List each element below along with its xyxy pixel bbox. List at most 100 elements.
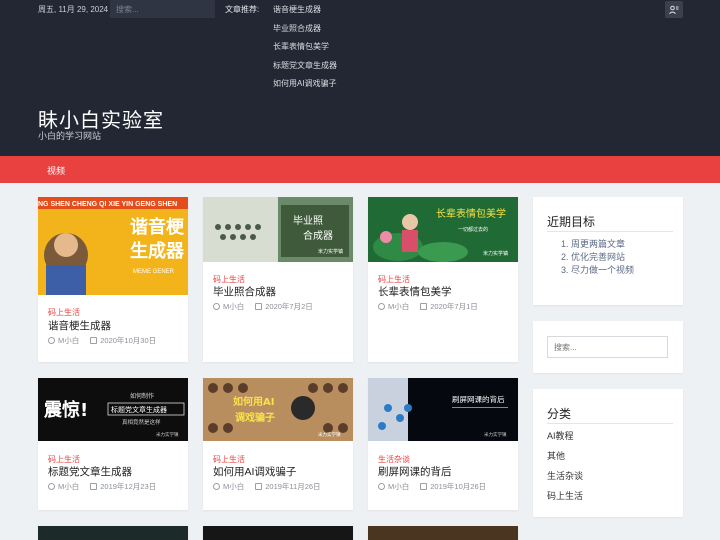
- calendar-icon: [255, 483, 263, 490]
- svg-text:标题党文章生成器: 标题党文章生成器: [111, 405, 167, 414]
- post-card[interactable]: 刷屏网课的背后 米力实学镇 生活杂谈 刷屏网课的背后 M小白 2019年10月2…: [368, 378, 518, 510]
- recommend-label: 文章推荐:: [225, 5, 260, 14]
- post-thumbnail[interactable]: 刷屏网课的背后 米力实学镇: [368, 378, 518, 441]
- post-meta: M小白 2019年10月26日: [378, 481, 486, 492]
- categories-widget: 分类 AI教程 其他 生活杂谈 码上生活: [533, 389, 683, 517]
- post-thumbnail[interactable]: NG SHEN CHENG QI XIE YIN GENG SHEN 谐音梗 生…: [38, 197, 188, 295]
- meme-generator-thumbnail: NG SHEN CHENG QI XIE YIN GENG SHEN 谐音梗 生…: [38, 197, 188, 295]
- post-card[interactable]: [368, 526, 518, 540]
- recommend-item[interactable]: 标题党文章生成器: [273, 60, 337, 79]
- search-widget: [533, 321, 683, 373]
- post-card[interactable]: [38, 526, 188, 540]
- site-header: 眛小白实验室 小白的学习网站: [0, 90, 720, 156]
- svg-text:长辈表情包美学: 长辈表情包美学: [436, 207, 506, 220]
- post-card[interactable]: 长辈表情包美学 一切都过去的 米力实学镇 码上生活 长辈表情包美学 M小白 20…: [368, 197, 518, 362]
- post-thumbnail[interactable]: 毕业照 合成器 米力实学镇: [203, 197, 353, 262]
- svg-text:一切都过去的: 一切都过去的: [458, 226, 488, 233]
- date-text: 周五, 11月 29, 2024: [38, 5, 109, 14]
- post-author[interactable]: M小白: [58, 335, 79, 346]
- post-card[interactable]: 毕业照 合成器 米力实学镇 码上生活 毕业照合成器 M小白 2020年7月2日: [203, 197, 353, 362]
- calendar-icon: [90, 483, 98, 490]
- post-meta: M小白 2020年7月1日: [378, 301, 478, 312]
- category-link[interactable]: 码上生活: [547, 489, 583, 502]
- online-class-thumbnail: 刷屏网课的背后 米力实学镇: [368, 378, 518, 441]
- calendar-icon: [255, 303, 263, 310]
- svg-text:生成器: 生成器: [130, 240, 185, 262]
- svg-text:NG SHEN CHENG QI XIE YIN GENG: NG SHEN CHENG QI XIE YIN GENG SHEN: [38, 201, 177, 208]
- top-bar: 周五, 11月 29, 2024 文章推荐: 谐音梗生成器 毕业照合成器 长辈表…: [0, 0, 720, 90]
- svg-text:合成器: 合成器: [303, 229, 333, 242]
- widget-title: 分类: [547, 407, 572, 421]
- calendar-icon: [420, 303, 428, 310]
- svg-text:调戏骗子: 调戏骗子: [235, 411, 275, 424]
- post-thumbnail[interactable]: [203, 526, 353, 540]
- ai-scammer-thumbnail: 如何用AI 调戏骗子 米力实学镇: [203, 378, 353, 441]
- category-link[interactable]: AI教程: [547, 429, 574, 442]
- svg-text:谐音梗: 谐音梗: [130, 216, 185, 238]
- svg-text:米力实学镇: 米力实学镇: [483, 250, 508, 257]
- svg-text:真相竟然是这样: 真相竟然是这样: [122, 418, 161, 426]
- post-thumbnail[interactable]: 震惊! 如何制作 标题党文章生成器 真相竟然是这样 米力实学镇: [38, 378, 188, 441]
- post-title[interactable]: 毕业照合成器: [213, 284, 276, 299]
- calendar-icon: [90, 337, 98, 344]
- post-meta: M小白 2020年10月30日: [48, 335, 156, 346]
- post-author[interactable]: M小白: [388, 481, 409, 492]
- post-thumbnail[interactable]: [38, 526, 188, 540]
- author-icon: [378, 303, 385, 310]
- post-category[interactable]: 码上生活: [48, 307, 80, 318]
- post-card[interactable]: 如何用AI 调戏骗子 米力实学镇 码上生活 如何用AI调戏骗子 M小白 2019…: [203, 378, 353, 510]
- nav-item-video[interactable]: 视频: [47, 164, 65, 177]
- post-meta: M小白 2020年7月2日: [213, 301, 313, 312]
- main-nav: 视频: [0, 156, 720, 183]
- widget-divider: [547, 231, 673, 232]
- post-date: 2019年11月26日: [265, 482, 321, 491]
- graduation-photo-thumbnail: 毕业照 合成器 米力实学镇: [203, 197, 353, 262]
- svg-text:米力实学镇: 米力实学镇: [156, 431, 179, 438]
- post-card[interactable]: NG SHEN CHENG QI XIE YIN GENG SHEN 谐音梗 生…: [38, 197, 188, 362]
- user-switch-button[interactable]: [665, 1, 683, 18]
- post-author[interactable]: M小白: [223, 301, 244, 312]
- top-search-input[interactable]: [110, 0, 215, 18]
- goal-item: 1. 周更两篇文章: [561, 239, 626, 249]
- widget-divider: [547, 423, 673, 424]
- site-description: 小白的学习网站: [38, 131, 102, 141]
- post-date: 2020年7月2日: [265, 302, 313, 311]
- svg-text:震惊!: 震惊!: [44, 399, 88, 421]
- post-card[interactable]: 震惊! 如何制作 标题党文章生成器 真相竟然是这样 米力实学镇 码上生活 标题党…: [38, 378, 188, 510]
- post-author[interactable]: M小白: [223, 481, 244, 492]
- post-author[interactable]: M小白: [388, 301, 409, 312]
- svg-text:如何用AI: 如何用AI: [233, 395, 274, 408]
- svg-text:毕业照: 毕业照: [293, 214, 323, 227]
- svg-text:米力实学镇: 米力实学镇: [318, 248, 343, 255]
- calendar-icon: [420, 483, 428, 490]
- post-title[interactable]: 如何用AI调戏骗子: [213, 464, 296, 479]
- post-title[interactable]: 标题党文章生成器: [48, 464, 132, 479]
- post-title[interactable]: 刷屏网课的背后: [378, 464, 452, 479]
- post-thumbnail[interactable]: 如何用AI 调戏骗子 米力实学镇: [203, 378, 353, 441]
- widget-title: 近期目标: [547, 215, 596, 229]
- author-icon: [213, 303, 220, 310]
- category-link[interactable]: 生活杂谈: [547, 469, 583, 482]
- author-icon: [378, 483, 385, 490]
- recommend-item[interactable]: 谐音梗生成器: [273, 4, 337, 23]
- post-title[interactable]: 长辈表情包美学: [378, 284, 452, 299]
- author-icon: [48, 483, 55, 490]
- post-date: 2020年10月30日: [100, 336, 157, 345]
- post-card[interactable]: [203, 526, 353, 540]
- svg-text:米力实学镇: 米力实学镇: [484, 431, 507, 438]
- category-link[interactable]: 其他: [547, 449, 565, 462]
- post-thumbnail[interactable]: [368, 526, 518, 540]
- sidebar-search-input[interactable]: [547, 336, 668, 358]
- clickbait-generator-thumbnail: 震惊! 如何制作 标题党文章生成器 真相竟然是这样 米力实学镇: [38, 378, 188, 441]
- recommend-item[interactable]: 长辈表情包美学: [273, 41, 337, 60]
- recommend-list: 谐音梗生成器 毕业照合成器 长辈表情包美学 标题党文章生成器 如何用AI调戏骗子: [273, 4, 337, 97]
- post-title[interactable]: 谐音梗生成器: [48, 318, 111, 333]
- author-icon: [213, 483, 220, 490]
- post-meta: M小白 2019年12月23日: [48, 481, 156, 492]
- post-author[interactable]: M小白: [58, 481, 79, 492]
- user-switch-icon: [669, 5, 679, 14]
- post-thumbnail[interactable]: 长辈表情包美学 一切都过去的 米力实学镇: [368, 197, 518, 262]
- post-date: 2020年7月1日: [430, 302, 478, 311]
- recommend-item[interactable]: 毕业照合成器: [273, 23, 337, 42]
- elder-meme-thumbnail: 长辈表情包美学 一切都过去的 米力实学镇: [368, 197, 518, 262]
